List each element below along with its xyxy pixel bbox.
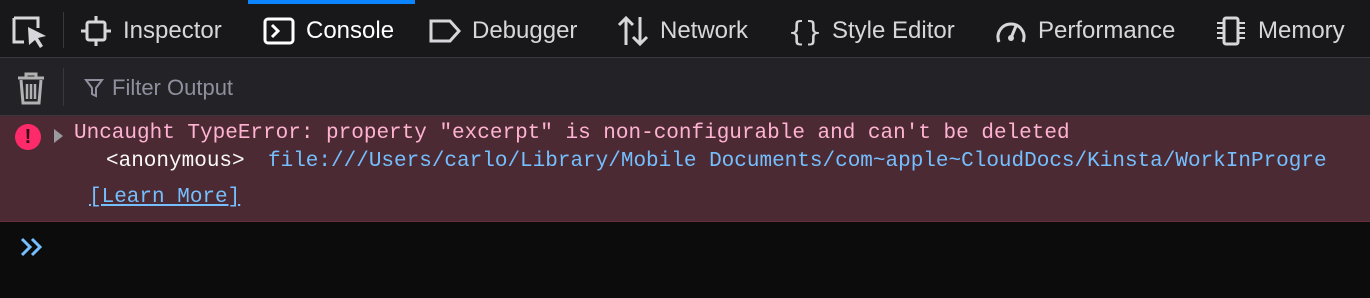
- tab-label: Style Editor: [832, 17, 955, 44]
- debugger-icon: [428, 14, 462, 48]
- tab-console[interactable]: Console: [262, 4, 394, 58]
- stack-function: <anonymous>: [106, 150, 245, 173]
- tab-label: Memory: [1258, 17, 1345, 44]
- console-icon: [262, 14, 296, 48]
- prompt-chevron-icon: [20, 237, 43, 257]
- toolbar-separator: [63, 12, 64, 48]
- tab-label: Console: [306, 17, 395, 44]
- tab-style-editor[interactable]: {} Style Editor: [788, 4, 955, 58]
- learn-more-link[interactable]: [Learn More]: [89, 186, 240, 209]
- error-text[interactable]: Uncaught TypeError: property "excerpt" i…: [74, 122, 1070, 145]
- tab-debugger[interactable]: Debugger: [428, 4, 577, 58]
- tab-label: Inspector: [123, 17, 222, 44]
- stack-location-link[interactable]: file:///Users/carlo/Library/Mobile Docum…: [268, 150, 1327, 173]
- tab-inspector[interactable]: Inspector: [79, 4, 222, 58]
- inspector-icon: [79, 14, 113, 48]
- filter-icon: [84, 79, 104, 98]
- memory-icon: [1214, 14, 1248, 48]
- error-icon: !: [15, 124, 41, 150]
- expand-arrow-icon[interactable]: [54, 129, 63, 143]
- devtools-toolbar: Inspector Console Debugger Network {} St…: [0, 0, 1370, 58]
- tab-performance[interactable]: Performance: [994, 4, 1175, 58]
- tab-label: Debugger: [472, 17, 578, 44]
- trash-icon[interactable]: [16, 71, 46, 105]
- performance-icon: [994, 14, 1028, 48]
- style-editor-icon: {}: [788, 14, 822, 48]
- element-picker-icon[interactable]: [10, 14, 50, 50]
- filter-output-input[interactable]: [112, 72, 812, 104]
- tab-memory[interactable]: Memory: [1214, 4, 1345, 58]
- console-error-message: ! Uncaught TypeError: property "excerpt"…: [0, 116, 1370, 222]
- tab-label: Performance: [1038, 17, 1176, 44]
- console-input[interactable]: [0, 222, 1370, 298]
- network-icon: [616, 14, 650, 48]
- filter-bar-separator: [63, 68, 64, 106]
- tab-network[interactable]: Network: [616, 4, 748, 58]
- tab-label: Network: [660, 17, 749, 44]
- console-filter-bar: [0, 58, 1370, 116]
